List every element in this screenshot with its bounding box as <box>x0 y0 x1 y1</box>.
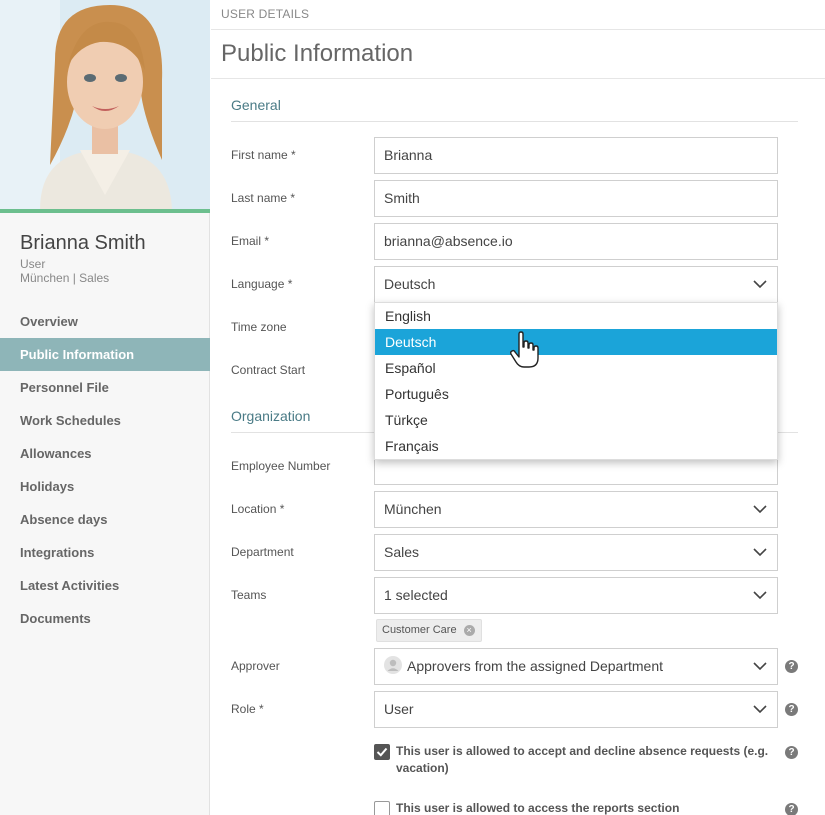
profile-location-department: München | Sales <box>20 271 110 285</box>
location-label: Location * <box>231 502 285 516</box>
breadcrumb: USER DETAILS <box>221 7 310 21</box>
language-option-espanol[interactable]: Español <box>375 355 777 381</box>
role-label: Role * <box>231 702 264 716</box>
teams-label: Teams <box>231 588 267 602</box>
location-select-value: München <box>384 501 442 517</box>
sidebar-item-personnel-file[interactable]: Personnel File <box>0 371 210 404</box>
first-name-input[interactable]: Brianna <box>374 137 778 174</box>
profile-photo <box>0 0 210 210</box>
approver-select-value: Approvers from the assigned Department <box>407 658 664 674</box>
location-select[interactable]: München <box>374 491 778 528</box>
user-avatar-icon <box>384 656 402 675</box>
language-option-portugues[interactable]: Português <box>375 381 777 407</box>
last-name-input[interactable]: Smith <box>374 180 778 217</box>
team-chip-label: Customer Care <box>382 624 457 636</box>
section-title-organization: Organization <box>231 408 311 424</box>
team-chip: Customer Care × <box>376 619 482 642</box>
language-option-francais[interactable]: Français <box>375 433 777 459</box>
language-option-deutsch[interactable]: Deutsch <box>375 329 777 355</box>
chevron-down-icon <box>753 280 767 289</box>
language-select-value: Deutsch <box>384 276 436 292</box>
contract-start-label: Contract Start <box>231 363 306 377</box>
sidebar-item-work-schedules[interactable]: Work Schedules <box>0 404 210 437</box>
section-title-general: General <box>231 97 281 113</box>
page-title: Public Information <box>221 40 414 67</box>
chevron-down-icon <box>753 548 767 557</box>
department-select[interactable]: Sales <box>374 534 778 571</box>
title-divider <box>211 78 825 79</box>
chevron-down-icon <box>753 505 767 514</box>
absence-requests-label: This user is allowed to accept and decli… <box>396 744 769 775</box>
reports-checkbox[interactable] <box>374 801 390 815</box>
sidebar-item-integrations[interactable]: Integrations <box>0 536 210 569</box>
profile-name: Brianna Smith <box>20 232 146 254</box>
language-label: Language * <box>231 277 293 291</box>
sidebar-item-public-information[interactable]: Public Information <box>0 338 210 371</box>
sidebar-item-absence-days[interactable]: Absence days <box>0 503 210 536</box>
last-name-label: Last name * <box>231 191 296 205</box>
section-divider-general <box>231 121 798 122</box>
profile-accent-bar <box>0 209 210 213</box>
absence-requests-help-icon[interactable]: ? <box>785 746 798 759</box>
approver-help-icon[interactable]: ? <box>785 660 798 673</box>
language-dropdown: English Deutsch Español Português Türkçe… <box>374 302 778 460</box>
profile-photo-illustration <box>0 0 210 210</box>
absence-requests-checkbox[interactable] <box>374 744 390 760</box>
chevron-down-icon <box>753 662 767 671</box>
teams-select[interactable]: 1 selected <box>374 577 778 614</box>
sidebar-item-allowances[interactable]: Allowances <box>0 437 210 470</box>
email-input[interactable]: brianna@absence.io <box>374 223 778 260</box>
approver-label: Approver <box>231 659 280 673</box>
language-option-english[interactable]: English <box>375 303 777 329</box>
language-select[interactable]: Deutsch <box>374 266 778 303</box>
chevron-down-icon <box>753 591 767 600</box>
hand-cursor-icon <box>509 331 539 368</box>
language-option-turkce[interactable]: Türkçe <box>375 407 777 433</box>
sidebar: Brianna Smith User München | Sales Overv… <box>0 0 210 815</box>
chevron-down-icon <box>753 705 767 714</box>
teams-select-value: 1 selected <box>384 587 448 603</box>
first-name-label: First name * <box>231 148 296 162</box>
sidebar-item-holidays[interactable]: Holidays <box>0 470 210 503</box>
role-select-value: User <box>384 701 414 717</box>
reports-label: This user is allowed to access the repor… <box>396 801 680 815</box>
reports-help-icon[interactable]: ? <box>785 803 798 815</box>
email-label: Email * <box>231 234 270 248</box>
approver-select[interactable]: Approvers from the assigned Department <box>374 648 778 685</box>
sidebar-item-overview[interactable]: Overview <box>0 305 210 338</box>
employee-number-label: Employee Number <box>231 459 331 473</box>
remove-chip-icon[interactable]: × <box>463 625 475 636</box>
department-select-value: Sales <box>384 544 420 560</box>
breadcrumb-divider <box>211 29 825 30</box>
timezone-label: Time zone <box>231 320 287 334</box>
profile-role: User <box>20 257 46 271</box>
role-select[interactable]: User <box>374 691 778 728</box>
sidebar-item-latest-activities[interactable]: Latest Activities <box>0 569 210 602</box>
sidebar-item-documents[interactable]: Documents <box>0 602 210 635</box>
sidebar-nav: Overview Public Information Personnel Fi… <box>0 305 210 635</box>
department-label: Department <box>231 545 294 559</box>
checkmark-icon <box>376 747 388 757</box>
role-help-icon[interactable]: ? <box>785 703 798 716</box>
